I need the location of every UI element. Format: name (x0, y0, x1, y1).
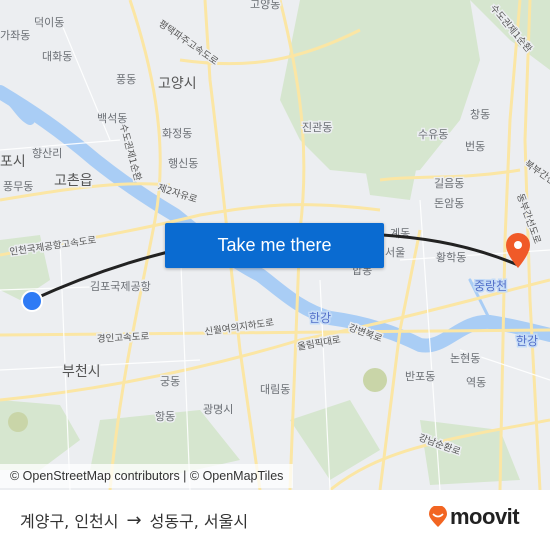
place-label: 창동 (470, 108, 490, 121)
water-label: 한강 (309, 311, 331, 325)
place-label: 궁동 (160, 375, 180, 388)
moovit-pin-icon (429, 506, 447, 527)
place-label: 대림동 (260, 383, 290, 396)
place-label: 행신동 (168, 157, 198, 170)
arrow-right-icon: → (126, 509, 142, 531)
place-label: 진관동 (302, 121, 332, 134)
moovit-wordmark: moovit (450, 504, 520, 529)
place-label: 서울 (385, 246, 405, 259)
place-label: 화정동 (162, 127, 192, 140)
water-label: 한강 (516, 334, 538, 348)
place-label: 가좌동 (0, 29, 30, 42)
water-label: 중랑천 (474, 278, 507, 293)
place-label: 광명시 (203, 403, 233, 416)
place-label: 번동 (465, 140, 485, 153)
place-label: 고양시 (158, 76, 197, 92)
place-label: 백석동 (97, 112, 127, 125)
place-label: 부천시 (62, 364, 101, 380)
place-label: 풍무동 (3, 180, 33, 193)
moovit-logo[interactable]: moovit (428, 504, 520, 530)
place-label: 역동 (466, 376, 486, 389)
place-label: 돈암동 (434, 197, 464, 210)
place-label: 풍동 (116, 73, 136, 86)
place-label: 김포국제공항 (90, 280, 151, 293)
place-label: 수유동 (418, 128, 448, 141)
route-footer: 계양구, 인천시 → 성동구, 서울시 moovit (0, 490, 550, 550)
origin-name: 계양구, 인천시 (20, 512, 119, 531)
map-attribution[interactable]: © OpenStreetMap contributors | © OpenMap… (0, 464, 294, 488)
origin-marker[interactable] (21, 290, 43, 312)
place-label: 포시 (0, 154, 26, 170)
road-label: 경인고속도로 (97, 330, 150, 345)
place-label: 길음동 (434, 177, 464, 190)
map[interactable]: 덕이동가좌동대화동풍동 고양시 고양동백석동화정동행신동 향산리포시고촌읍 풍무동 진관동… (0, 0, 550, 490)
take-me-there-button[interactable]: Take me there (165, 223, 384, 268)
place-label: 향산리 (32, 147, 62, 160)
place-label: 논현동 (450, 352, 480, 365)
place-label: 고촌읍 (54, 173, 93, 189)
place-label: 황학동 (436, 251, 466, 264)
place-label: 반포동 (405, 370, 435, 383)
destination-name: 성동구, 서울시 (149, 512, 249, 531)
place-label: 덕이동 (34, 16, 64, 29)
place-label: 대화동 (42, 50, 72, 63)
place-label: 고양동 (250, 0, 280, 11)
han-river (0, 85, 550, 353)
place-label: 항동 (155, 410, 175, 423)
route-summary: 계양구, 인천시 → 성동구, 서울시 (20, 508, 248, 532)
